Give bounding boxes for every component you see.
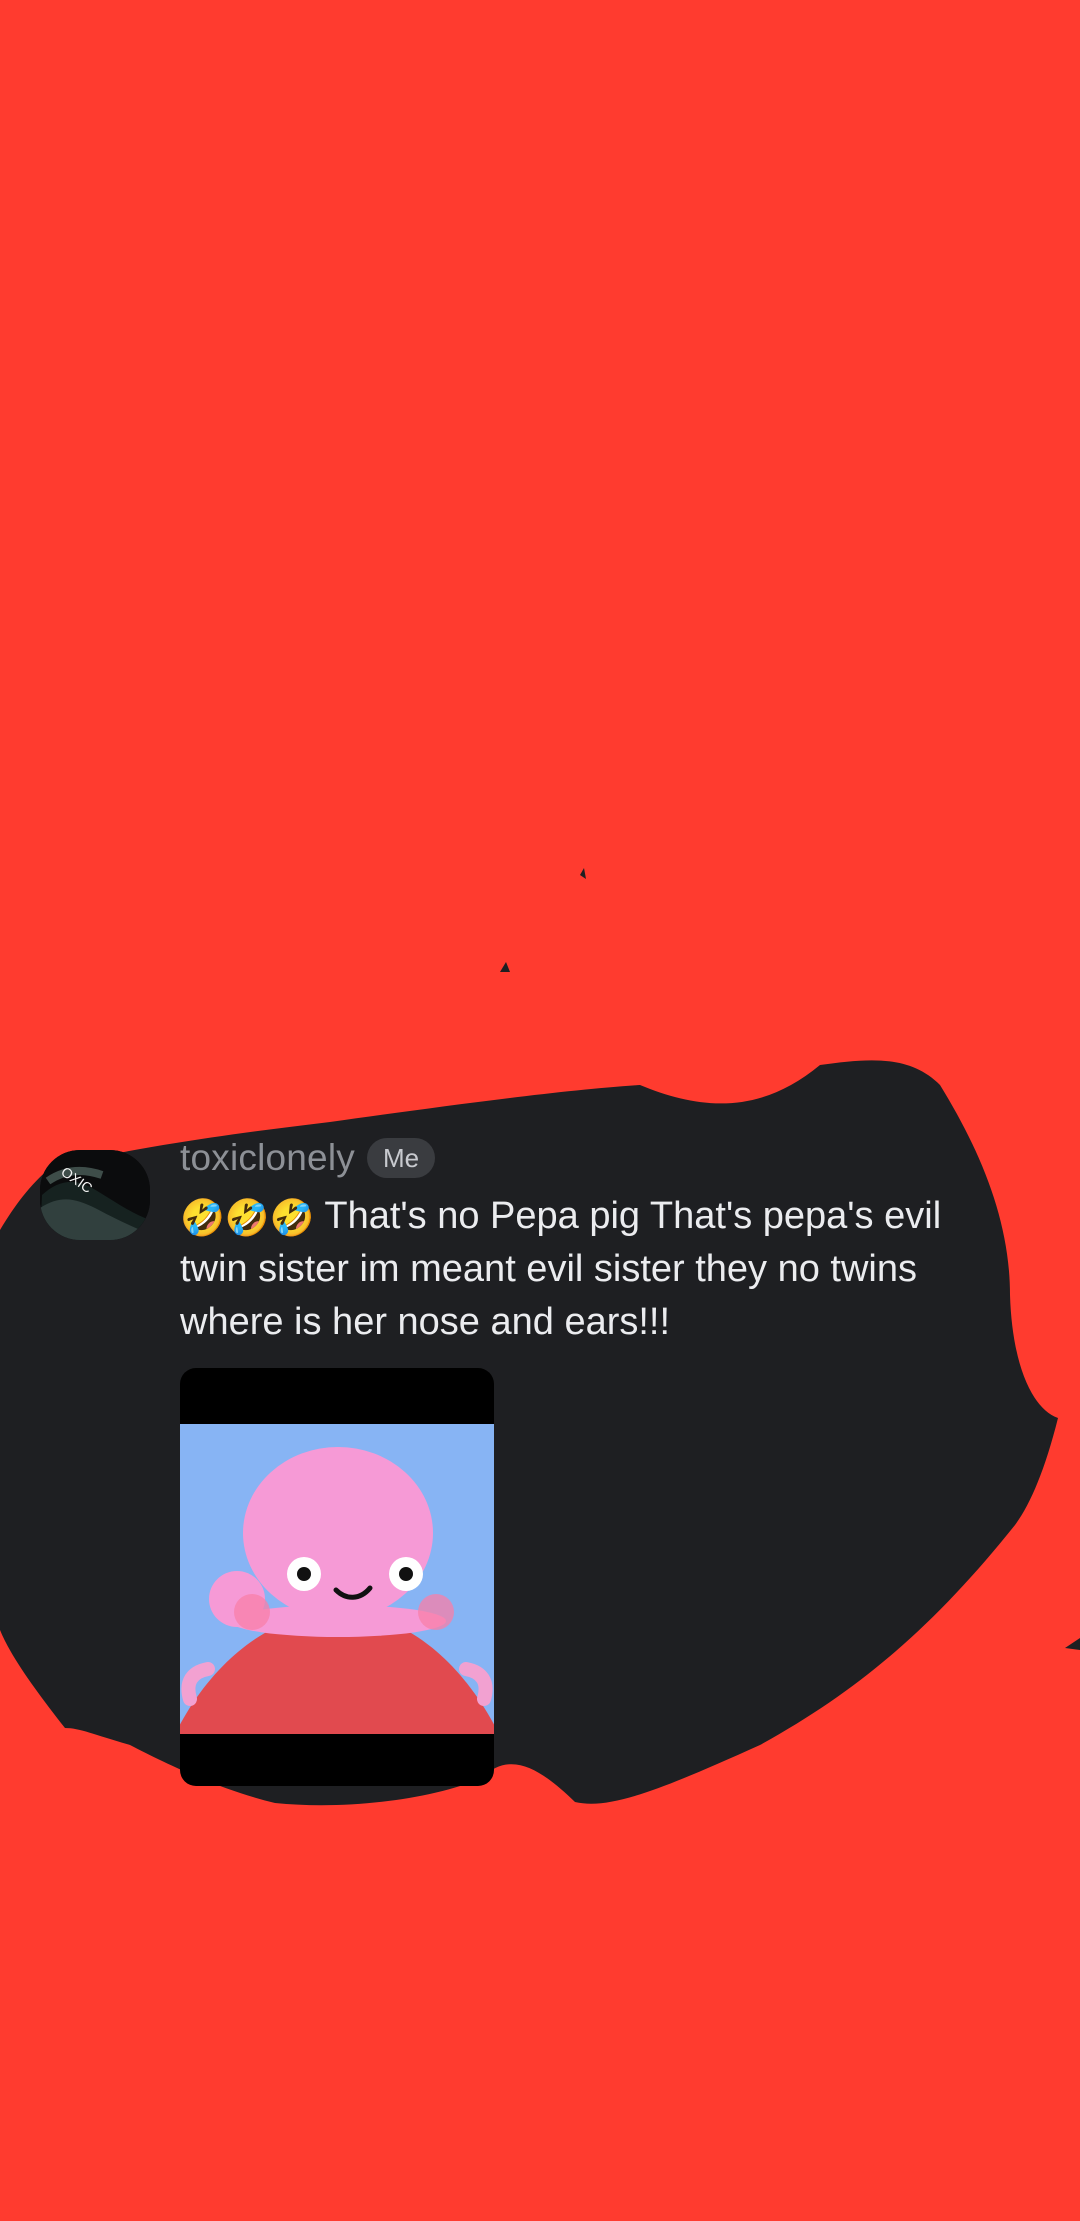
image-attachment[interactable] <box>180 1368 494 1786</box>
author-name[interactable]: toxiclonely <box>180 1136 355 1180</box>
me-badge: Me <box>366 1138 436 1178</box>
red-scribble-overlay <box>0 0 1080 2221</box>
screen: { "message": { "author": "toxiclonely", … <box>0 0 1080 2221</box>
avatar[interactable]: OXIC <box>40 1150 150 1240</box>
message-header: toxiclonely Me <box>180 1136 436 1180</box>
image-icon <box>180 1424 494 1734</box>
laughing-emoji-icon: 🤣🤣🤣 <box>180 1197 315 1238</box>
message-body: 🤣🤣🤣 That's no Pepa pig That's pepa's evi… <box>180 1190 980 1349</box>
avatar-icon: OXIC <box>40 1150 150 1240</box>
